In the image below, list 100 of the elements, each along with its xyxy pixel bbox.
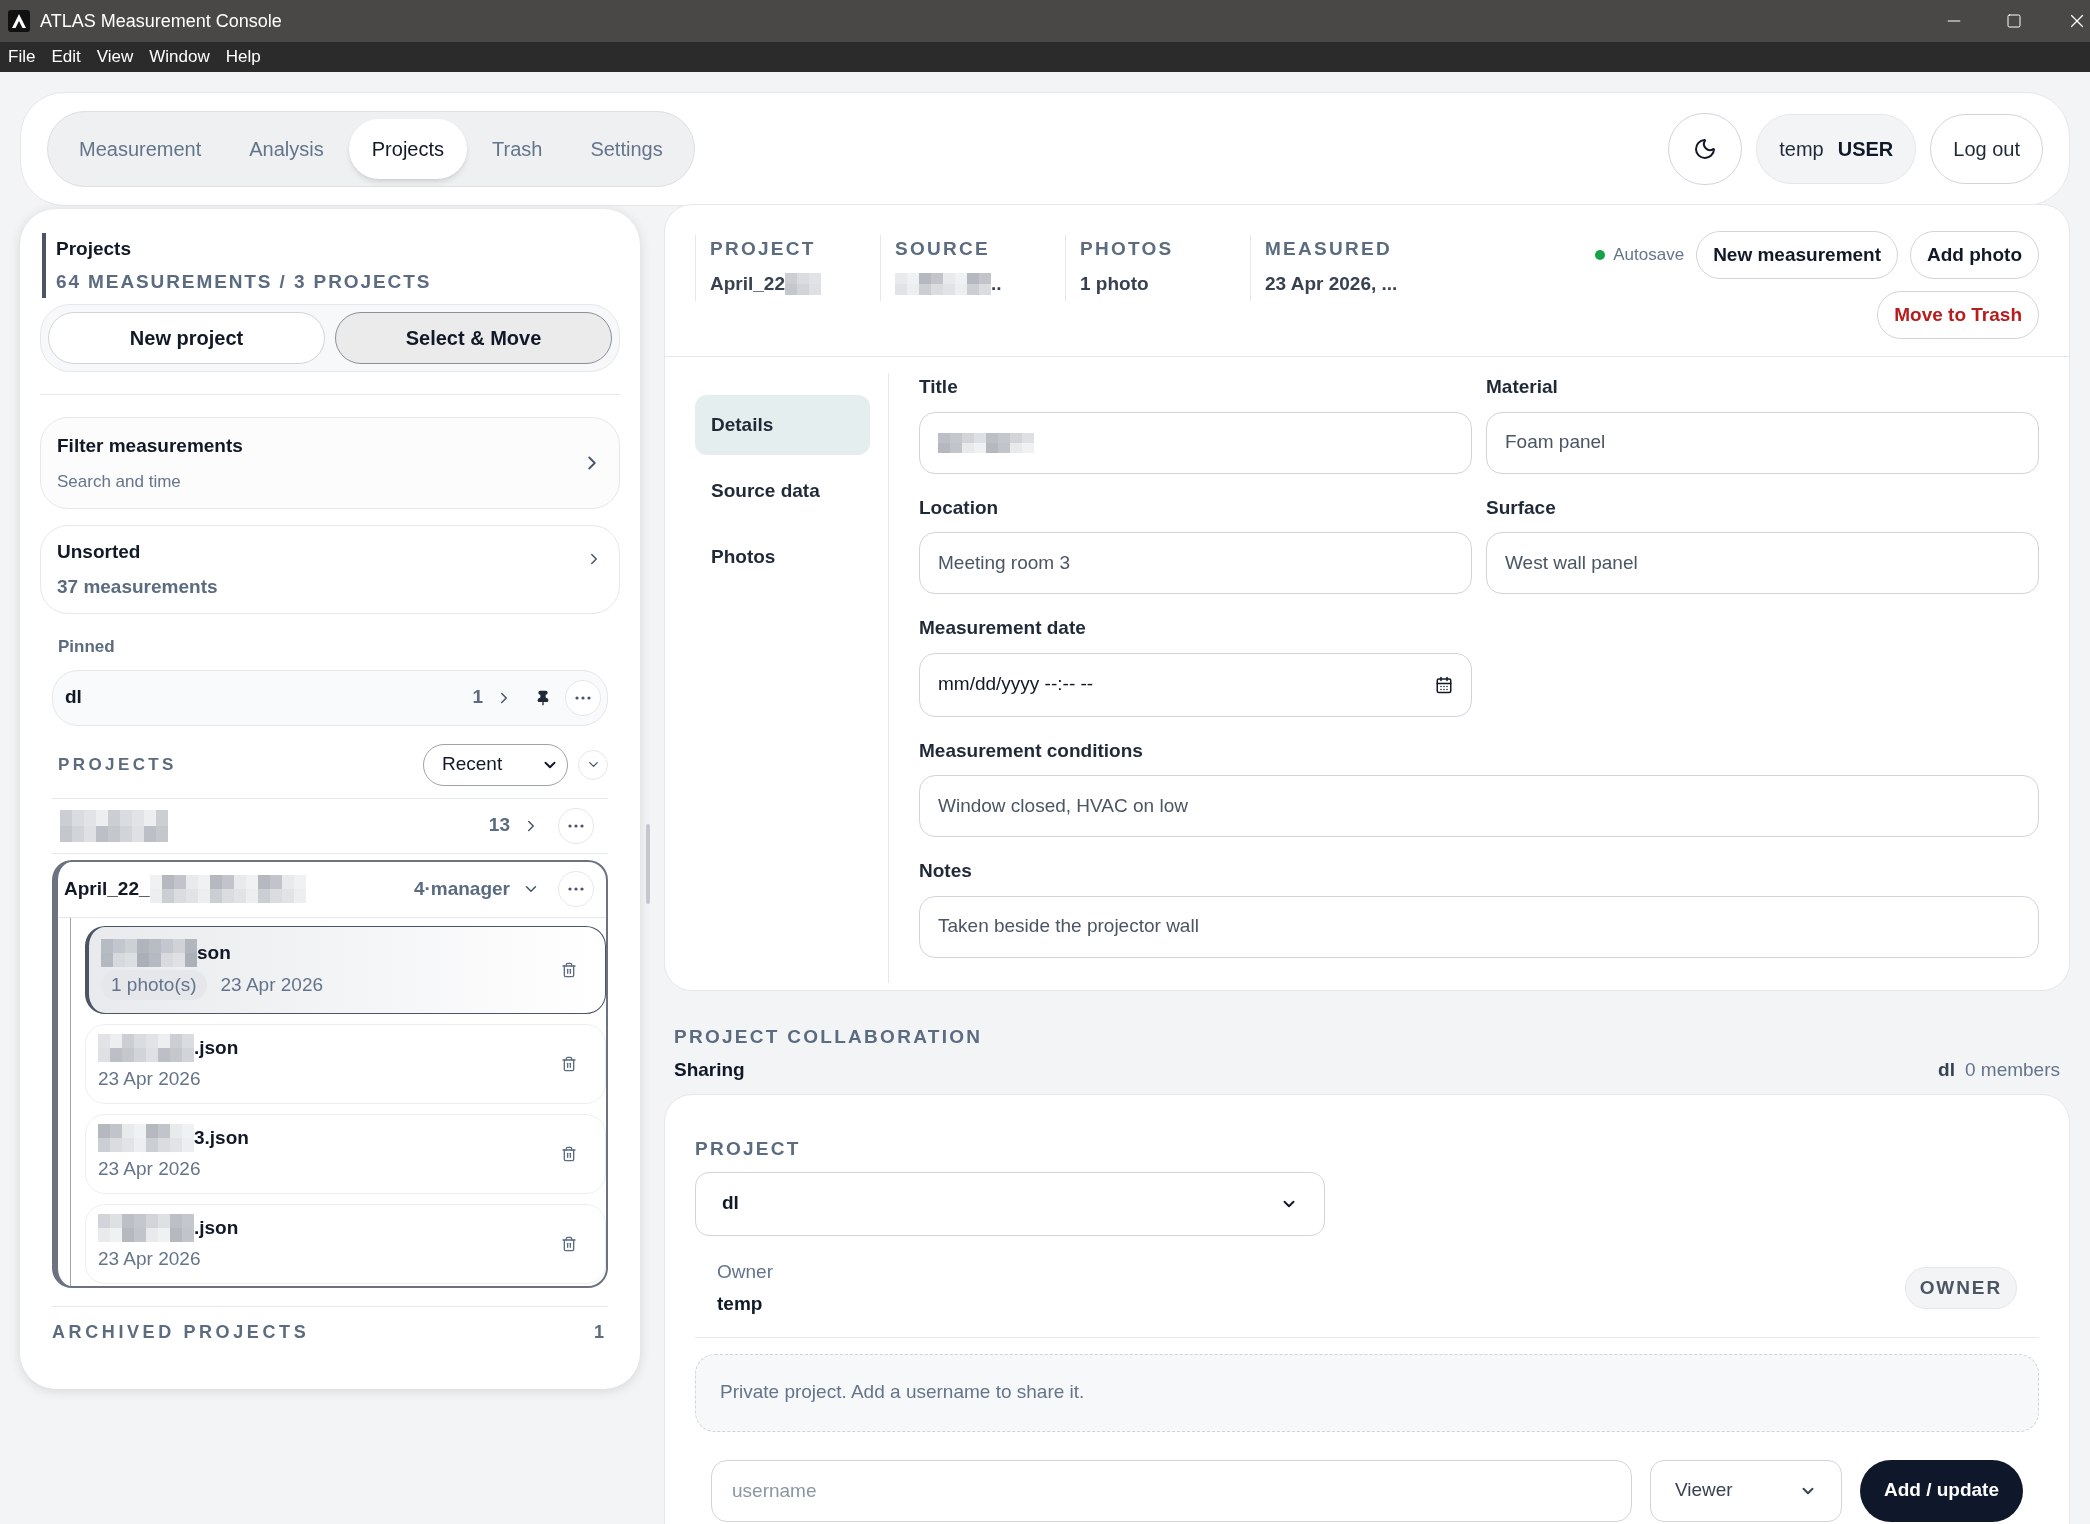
section-heading: PROJECTS — [58, 753, 178, 776]
field-label: Material — [1486, 375, 1559, 399]
project-select[interactable]: dl — [695, 1171, 1325, 1236]
summary-label: PROJECT — [710, 237, 817, 261]
action-button[interactable]: Move to Trash — [1877, 291, 2039, 339]
owner-label: Owner — [717, 1259, 773, 1284]
field-label: Measurement date — [919, 616, 1087, 640]
private-notice: Private project. Add a username to share it. — [695, 1353, 2039, 1432]
sort-select[interactable]: Recent — [423, 743, 568, 786]
nav-tab[interactable]: Measurement — [56, 119, 225, 179]
trash-icon[interactable] — [561, 1145, 577, 1162]
section-tab[interactable]: Details — [695, 395, 870, 455]
logout-button[interactable]: Log out — [1930, 114, 2043, 184]
measurement-date: 23 Apr 2026 — [98, 1156, 201, 1181]
moon-icon — [1693, 137, 1718, 161]
nav-tab[interactable]: Projects — [348, 119, 467, 179]
section-tab[interactable]: Photos — [695, 527, 870, 587]
archived-count: 1 — [594, 1320, 604, 1344]
nav-tab[interactable]: Settings — [567, 119, 686, 179]
menu-item[interactable]: Help — [217, 44, 269, 70]
measurement-item[interactable]: .json 23 Apr 2026 — [85, 1203, 606, 1284]
measurement-item[interactable]: .json 23 Apr 2026 — [85, 1023, 606, 1104]
trash-icon[interactable] — [561, 1055, 577, 1072]
summary-value: 1 photo — [1080, 271, 1149, 296]
summary-label: MEASURED — [1265, 237, 1393, 261]
calendar-icon — [1435, 675, 1453, 694]
title-field[interactable] — [919, 411, 1472, 474]
field-label: Measurement conditions — [919, 738, 1144, 763]
summary-value: April_22 — [710, 271, 785, 296]
section-heading: ARCHIVED PROJECTS — [52, 1320, 310, 1344]
pinned-label: Pinned — [57, 636, 116, 658]
pinned-project-row[interactable]: dl 1 — [52, 669, 608, 726]
summary-value: 23 Apr 2026, ... — [1265, 271, 1398, 296]
text-field[interactable]: West wall panel — [1486, 532, 2039, 594]
field-label: Title — [919, 375, 959, 399]
file-name: 3.json — [194, 1126, 249, 1150]
more-button[interactable] — [558, 871, 594, 907]
section-heading: PROJECT COLLABORATION — [674, 1025, 984, 1049]
summary-label: PHOTOS — [1080, 237, 1175, 261]
unsorted-count: 37 measurements — [57, 574, 219, 599]
section-title: Sharing — [674, 1057, 745, 1082]
nav-tab[interactable]: Trash — [469, 119, 566, 179]
text-field[interactable]: Meeting room 3 — [919, 532, 1472, 594]
file-name: .json — [194, 1216, 239, 1240]
project-count: 1 — [472, 685, 483, 710]
project-summary: 64 MEASUREMENTS / 3 PROJECTS — [56, 269, 433, 294]
text-field[interactable]: Taken beside the projector wall — [919, 895, 2039, 958]
filter-subtitle: Search and time — [57, 470, 182, 493]
user-role: USER — [1837, 137, 1894, 162]
field-label: Notes — [919, 859, 973, 883]
logo-icon — [8, 10, 30, 32]
measurement-item[interactable]: son 1 photo(s) 23 Apr 2026 — [85, 925, 606, 1014]
filter-title: Filter measurements — [57, 434, 244, 458]
file-name: .json — [194, 1036, 239, 1060]
measurement-item[interactable]: 3.json 23 Apr 2026 — [85, 1113, 606, 1194]
nav-tab[interactable]: Analysis — [226, 119, 347, 179]
panel-button[interactable]: Select & Move — [335, 312, 612, 364]
action-button[interactable]: Add photo — [1910, 231, 2039, 279]
unsorted-card[interactable]: Unsorted 37 measurements — [40, 525, 620, 614]
project-count: 13 — [488, 813, 510, 838]
field-label: PROJECT — [695, 1137, 802, 1161]
unsorted-title: Unsorted — [57, 540, 142, 564]
date-field[interactable]: mm/dd/yyyy --:-- -- — [919, 652, 1472, 717]
maximize-icon[interactable] — [2006, 13, 2022, 29]
trash-icon[interactable] — [561, 961, 577, 978]
trash-icon[interactable] — [561, 1235, 577, 1252]
user-name: temp — [1779, 137, 1824, 162]
panel-button[interactable]: New project — [48, 312, 325, 364]
member-count: 0 members — [1964, 1057, 2060, 1082]
project-name: dl — [65, 685, 83, 710]
pixelated-blur-drawing — [785, 272, 821, 295]
summary-label: SOURCE — [895, 237, 991, 261]
window-title: ATLAS Measurement Console — [40, 9, 282, 33]
project-meta: 4·manager — [413, 876, 510, 901]
more-icon — [568, 823, 584, 828]
text-field[interactable]: Foam panel — [1486, 411, 2039, 474]
menu-item[interactable]: File — [0, 44, 44, 70]
menu-item[interactable]: Window — [141, 44, 218, 70]
project-row[interactable]: 13 — [52, 798, 608, 853]
text-field[interactable]: Window closed, HVAC on low — [919, 775, 2039, 837]
add-update-button[interactable]: Add / update — [1859, 1459, 2023, 1522]
autosave-status: Autosave — [1613, 244, 1685, 267]
project-name: April_22_ — [64, 876, 150, 901]
menu-item[interactable]: Edit — [43, 44, 89, 70]
filter-card[interactable]: Filter measurements Search and time — [40, 417, 620, 509]
more-icon — [568, 887, 584, 891]
owner-name: temp — [717, 1292, 764, 1316]
owner-badge: OWNER — [1904, 1266, 2017, 1310]
username-field[interactable]: username — [711, 1459, 1632, 1522]
field-label: Surface — [1486, 495, 1557, 520]
measurement-date: 23 Apr 2026 — [98, 1066, 201, 1091]
project-name: dl — [1938, 1057, 1955, 1082]
field-label: Location — [919, 495, 1000, 520]
photo-count-badge: 1 photo(s) — [101, 969, 207, 1000]
role-select[interactable]: Viewer — [1649, 1459, 1842, 1522]
section-tab[interactable]: Source data — [695, 461, 870, 521]
summary-value: .. — [991, 271, 1002, 296]
action-button[interactable]: New measurement — [1696, 231, 1899, 279]
more-icon — [575, 695, 591, 700]
menu-item[interactable]: View — [88, 44, 142, 70]
